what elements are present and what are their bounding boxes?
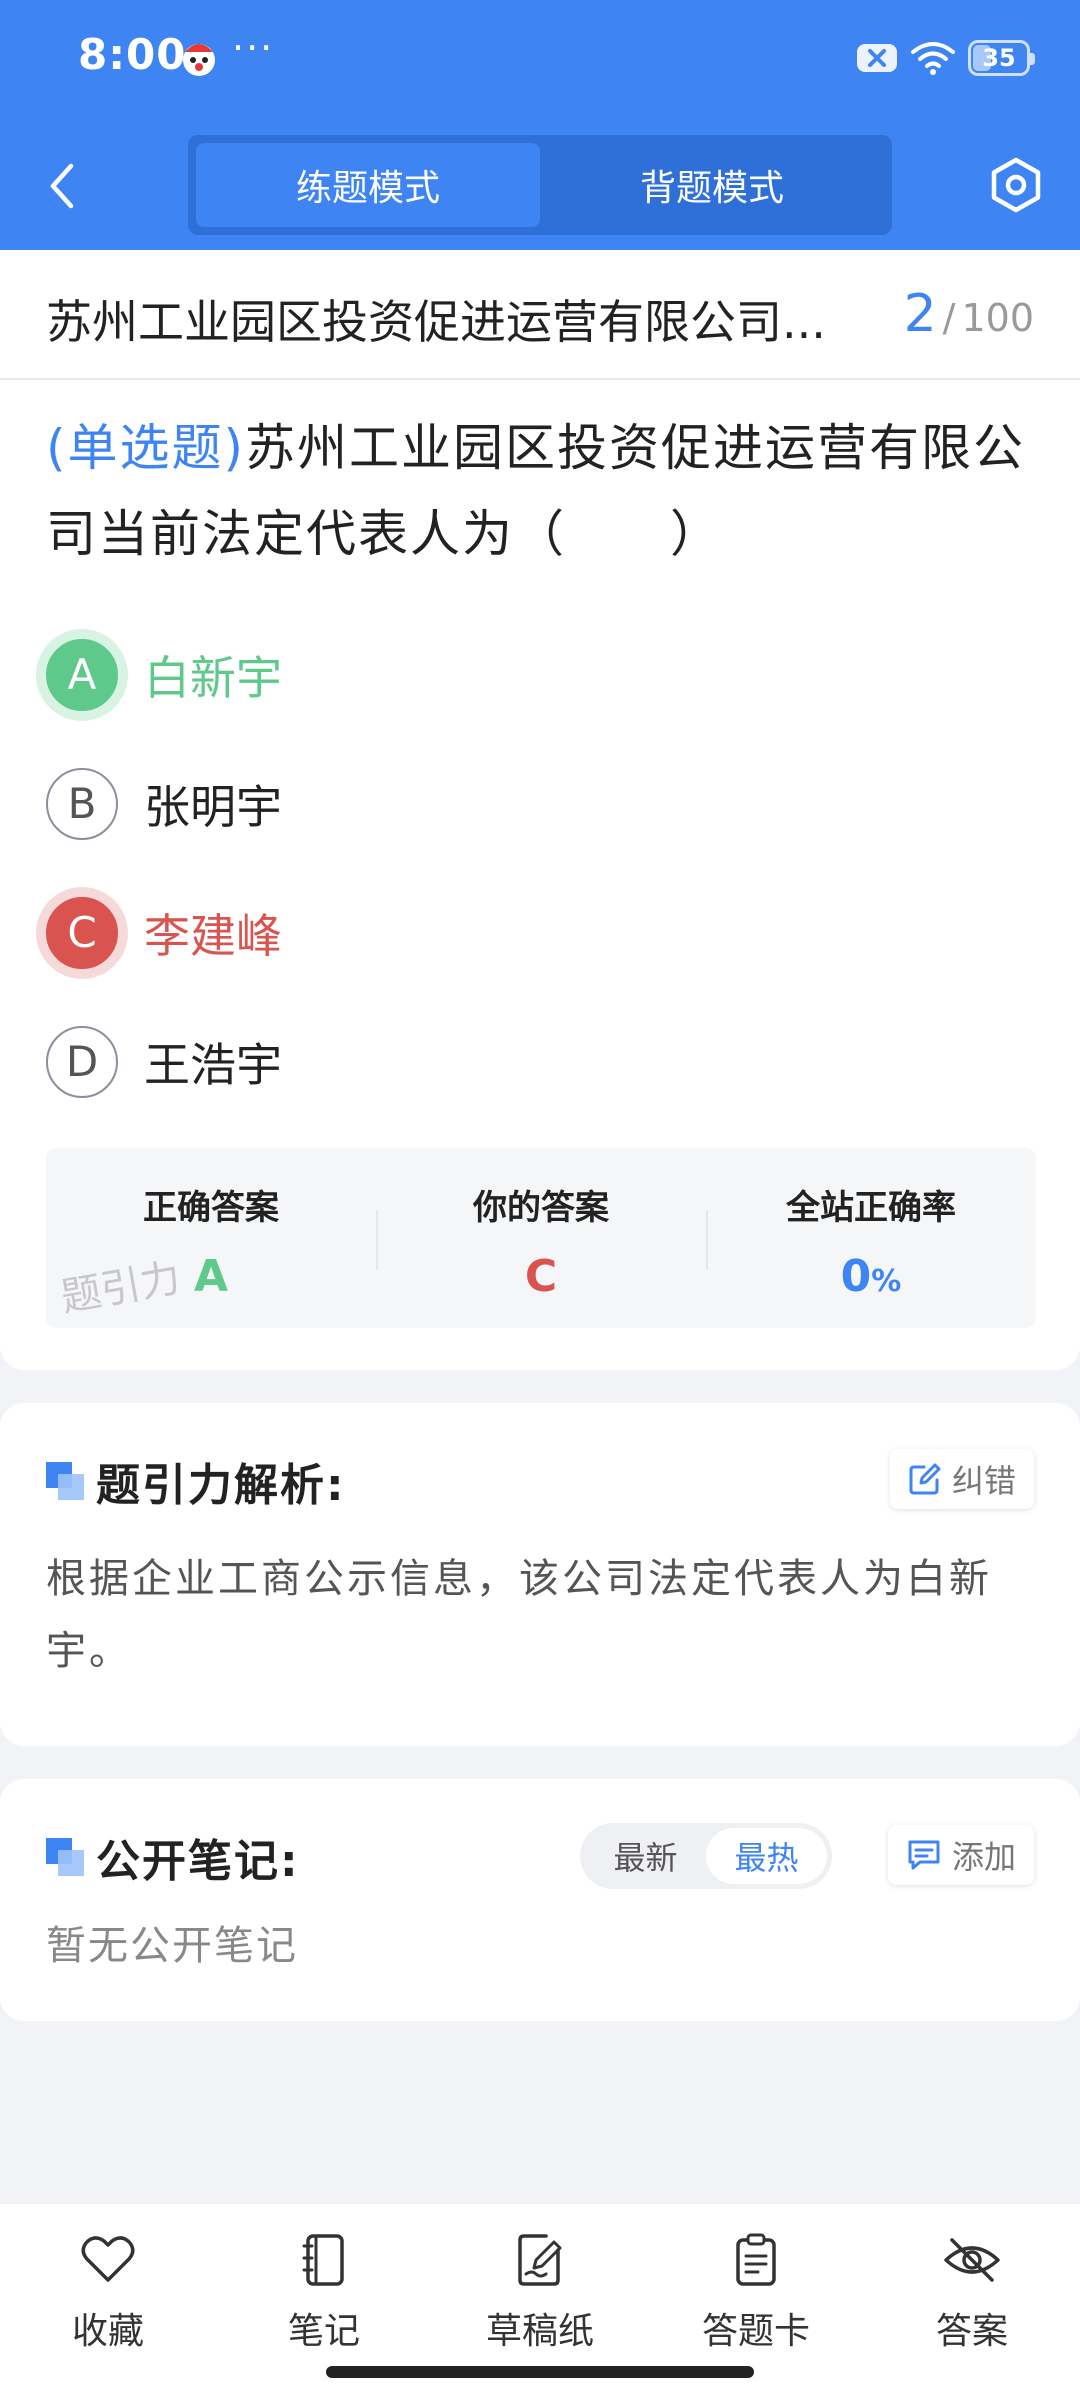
- answer-summary: 正确答案 A 题引力 你的答案 C 全站正确率 0%: [46, 1148, 1036, 1328]
- sort-hottest[interactable]: 最热: [706, 1828, 827, 1884]
- app-notification-icon: [183, 44, 215, 76]
- sort-latest[interactable]: 最新: [585, 1828, 706, 1884]
- analysis-title: 题引力解析:: [96, 1460, 346, 1511]
- accuracy-unit: %: [871, 1264, 902, 1299]
- add-note-button[interactable]: 添加: [887, 1825, 1034, 1885]
- public-notes-card: 公开笔记: 最新 最热 添加 暂无公开笔记: [0, 1779, 1080, 2021]
- accuracy-label: 全站正确率: [786, 1188, 956, 1228]
- notification-muted-icon: [857, 44, 897, 72]
- current-question-number: 2: [903, 284, 937, 344]
- option-key: C: [46, 896, 118, 969]
- watermark: 题引力: [57, 1255, 184, 1322]
- option-a[interactable]: A 白新宇: [46, 610, 1036, 739]
- options-list: A 白新宇 B 张明宇 C 李建峰 D 王浩宇: [46, 610, 1036, 1126]
- analysis-card: 题引力解析: 纠错 根据企业工商公示信息，该公司法定代表人为白新宇。: [0, 1403, 1080, 1746]
- heart-icon: [81, 2236, 135, 2282]
- notes-label: 笔记: [287, 2311, 360, 2352]
- show-answer-label: 答案: [935, 2311, 1008, 2352]
- your-answer-column: 你的答案 C: [376, 1148, 706, 1328]
- option-d[interactable]: D 王浩宇: [46, 997, 1036, 1126]
- notebook-icon: [302, 2234, 344, 2286]
- question-progress: 2/100: [903, 284, 1034, 344]
- total-questions: 100: [961, 296, 1034, 340]
- notes-header: 公开笔记:: [46, 1825, 300, 1889]
- option-key: A: [46, 638, 118, 711]
- draft-paper-icon: [518, 2234, 562, 2286]
- analysis-header: 题引力解析:: [46, 1449, 346, 1513]
- chevron-left-icon: [50, 163, 74, 209]
- option-key: B: [46, 767, 118, 840]
- battery-icon: 35: [968, 40, 1035, 76]
- draft-paper-label: 草稿纸: [485, 2311, 594, 2352]
- option-b[interactable]: B 张明宇: [46, 739, 1036, 868]
- option-text: 白新宇: [144, 650, 282, 705]
- correct-answer-label: 正确答案: [143, 1188, 279, 1228]
- section-squares-icon: [46, 1838, 84, 1876]
- status-icons: 35: [856, 38, 1035, 78]
- show-answer-button[interactable]: 答案: [864, 2204, 1080, 2400]
- answer-sheet-icon: [736, 2233, 776, 2286]
- report-error-label: 纠错: [951, 1462, 1016, 1500]
- your-answer-label: 你的答案: [473, 1188, 609, 1228]
- option-text: 张明宇: [144, 779, 282, 834]
- back-button[interactable]: [42, 158, 82, 214]
- tab-memorize-mode[interactable]: 背题模式: [540, 143, 884, 227]
- status-time: 8:00: [78, 30, 187, 79]
- app-header: 8:00 ··· 35 练题模式 背题模式: [0, 0, 1080, 250]
- question-stem: (单选题)苏州工业园区投资促进运营有限公司当前法定代表人为（ ）: [46, 405, 1036, 577]
- add-note-label: 添加: [951, 1838, 1016, 1876]
- accuracy-number: 0: [840, 1251, 872, 1302]
- notes-empty-text: 暂无公开笔记: [46, 1923, 298, 1969]
- correct-answer-value: A: [193, 1251, 229, 1302]
- status-more-icon: ···: [232, 26, 275, 70]
- notes-sort-toggle: 最新 最热: [580, 1823, 832, 1889]
- question-type: (单选题): [46, 419, 246, 477]
- mode-tabs: 练题模式 背题模式: [188, 135, 892, 235]
- analysis-text: 根据企业工商公示信息，该公司法定代表人为白新宇。: [46, 1556, 992, 1674]
- battery-level: 35: [982, 44, 1016, 72]
- answer-sheet-label: 答题卡: [701, 2311, 810, 2352]
- exam-title: 苏州工业园区投资促进运营有限公司...: [46, 295, 826, 349]
- accuracy-value: 0%: [841, 1251, 902, 1302]
- correct-answer-column: 正确答案 A 题引力: [46, 1148, 376, 1328]
- tab-practice-mode[interactable]: 练题模式: [196, 143, 540, 227]
- notes-title: 公开笔记:: [96, 1836, 300, 1887]
- wifi-icon: [911, 42, 955, 75]
- title-row: 苏州工业园区投资促进运营有限公司... 2/100: [0, 250, 1080, 380]
- option-c[interactable]: C 李建峰: [46, 868, 1036, 997]
- option-text: 李建峰: [144, 908, 282, 963]
- favorite-label: 收藏: [71, 2311, 144, 2352]
- favorite-button[interactable]: 收藏: [0, 2204, 216, 2400]
- settings-icon[interactable]: [986, 155, 1046, 215]
- option-text: 王浩宇: [144, 1037, 282, 1092]
- section-squares-icon: [46, 1462, 84, 1500]
- question-card: 苏州工业园区投资促进运营有限公司... 2/100 (单选题)苏州工业园区投资促…: [0, 250, 1080, 1370]
- eye-off-icon: [944, 2238, 1000, 2282]
- home-indicator[interactable]: [326, 2366, 754, 2378]
- report-error-button[interactable]: 纠错: [889, 1449, 1034, 1509]
- edit-icon: [909, 1463, 941, 1495]
- comment-icon: [908, 1840, 940, 1870]
- your-answer-value: C: [524, 1251, 558, 1302]
- option-key: D: [46, 1025, 118, 1098]
- accuracy-column: 全站正确率 0%: [706, 1148, 1036, 1328]
